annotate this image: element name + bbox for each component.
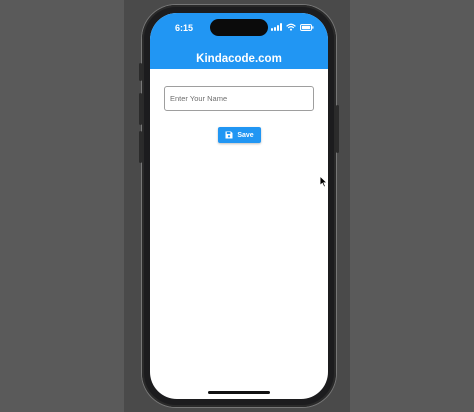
wifi-icon (286, 23, 296, 31)
mouse-cursor-icon (319, 175, 328, 188)
app-title: Kindacode.com (196, 53, 282, 65)
status-time: 6:15 (175, 23, 194, 33)
volume-up-button (139, 93, 142, 125)
action-button (139, 63, 142, 81)
name-input[interactable] (165, 87, 313, 110)
name-input-field[interactable] (164, 86, 314, 111)
power-button (336, 105, 339, 153)
save-button-label: Save (237, 131, 254, 139)
phone-screen: 6:15 Kindacode.com Enter Your Name Save (150, 13, 328, 399)
save-icon (225, 131, 233, 139)
volume-down-button (139, 131, 142, 163)
dynamic-island (210, 19, 268, 36)
battery-icon (300, 23, 314, 31)
home-indicator (208, 391, 270, 394)
app-bar: 6:15 Kindacode.com (150, 13, 328, 69)
status-icons (271, 23, 314, 31)
signal-icon (271, 23, 282, 31)
phone-frame: 6:15 Kindacode.com Enter Your Name Save (139, 5, 339, 407)
save-button[interactable]: Save (218, 127, 261, 143)
